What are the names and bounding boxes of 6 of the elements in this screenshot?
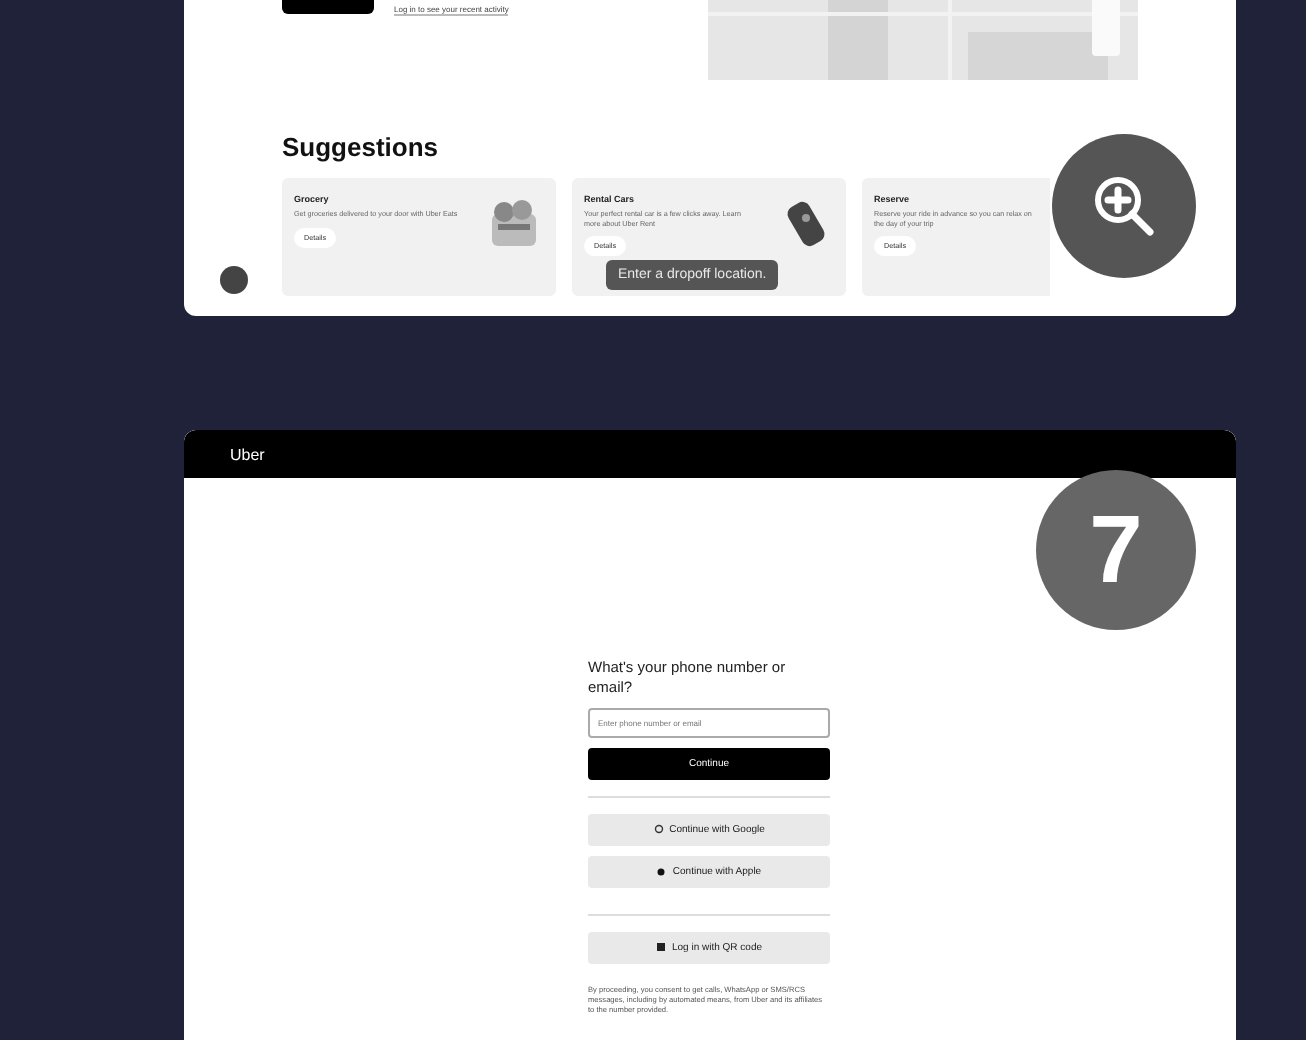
qr-code-icon [655, 942, 666, 952]
section-heading: Suggestions [282, 132, 441, 162]
number-badge: 7 [1036, 470, 1196, 630]
site-logo: Uber [230, 445, 265, 463]
ring-icon [653, 824, 664, 834]
status-dot [220, 266, 248, 294]
